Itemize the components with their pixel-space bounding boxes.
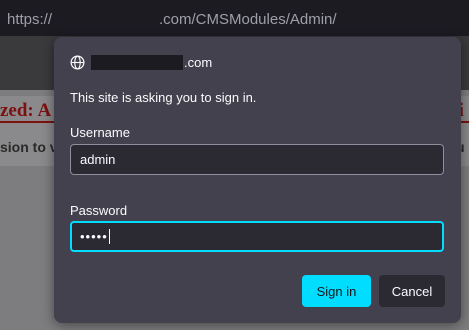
- error-text-left: sion to v: [0, 139, 58, 155]
- site-domain: .com: [184, 54, 213, 70]
- sign-in-button[interactable]: Sign in: [302, 275, 371, 307]
- username-label: Username: [70, 125, 130, 140]
- site-redaction: [91, 54, 183, 70]
- url-redaction: [54, 9, 158, 27]
- cancel-button[interactable]: Cancel: [379, 275, 445, 307]
- text-caret: [108, 229, 110, 244]
- password-value: •••••: [80, 229, 108, 244]
- url-bar[interactable]: https:// .com/CMSModules/Admin/: [0, 0, 469, 36]
- site-row: .com: [70, 53, 212, 71]
- globe-icon: [70, 55, 85, 70]
- error-heading-left: zed: A: [0, 100, 52, 121]
- username-value: admin: [80, 152, 116, 167]
- username-field[interactable]: admin: [70, 144, 444, 175]
- sign-in-prompt: This site is asking you to sign in.: [70, 90, 257, 105]
- url-path: .com/CMSModules/Admin/: [159, 11, 337, 28]
- password-label: Password: [70, 203, 128, 218]
- url-prefix: https://: [7, 11, 53, 28]
- auth-dialog: .com This site is asking you to sign in.…: [54, 37, 461, 323]
- password-field[interactable]: •••••: [70, 221, 444, 252]
